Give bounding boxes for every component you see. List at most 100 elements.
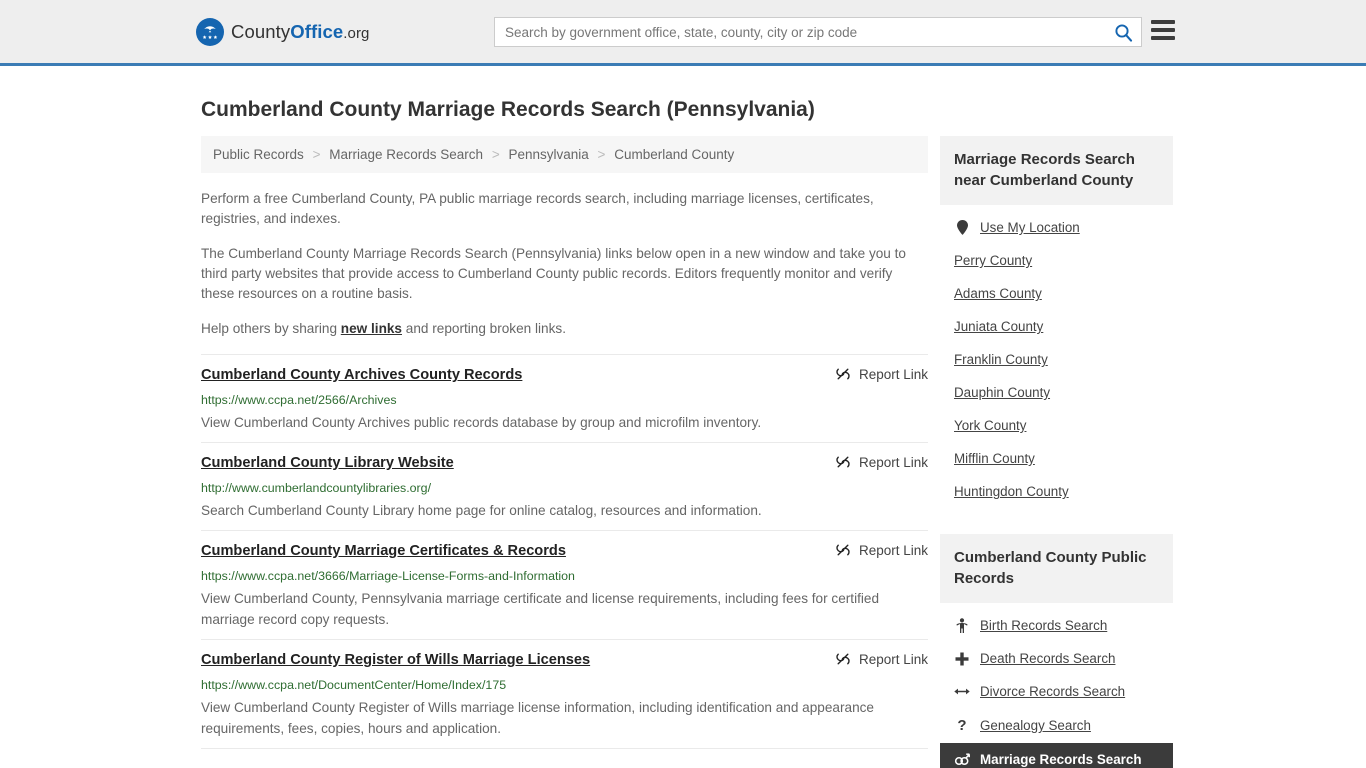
intro-p3-before: Help others by sharing <box>201 321 341 336</box>
site-header: CountyOffice.org <box>0 0 1366 66</box>
breadcrumb-item-marriage-records-search[interactable]: Marriage Records Search <box>329 147 483 162</box>
sidebar-county-label: Dauphin County <box>954 385 1051 400</box>
breadcrumb-item-pennsylvania[interactable]: Pennsylvania <box>508 147 588 162</box>
main-content: Public Records > Marriage Records Search… <box>193 136 928 749</box>
sidebar-nearby-list: Use My Location Perry County Adams Count… <box>940 205 1173 512</box>
question-mark-icon: ? <box>957 717 967 734</box>
search-input[interactable] <box>495 18 1105 46</box>
listing-title-link[interactable]: Cumberland County Archives County Record… <box>201 365 522 385</box>
search-button[interactable] <box>1105 18 1141 46</box>
sidebar-item-label: Divorce Records Search <box>980 684 1126 699</box>
broken-link-icon <box>836 368 850 380</box>
search-bar <box>494 17 1142 47</box>
hamburger-bar <box>1151 28 1175 32</box>
broken-link-icon <box>836 653 850 665</box>
left-right-arrow-icon <box>954 686 970 697</box>
listing-url: https://www.ccpa.net/2566/Archives <box>201 393 397 407</box>
logo-text: CountyOffice.org <box>231 21 370 43</box>
intro-p3-after: and reporting broken links. <box>402 321 566 336</box>
sidebar-county-label: Juniata County <box>954 319 1044 334</box>
listing-item: Cumberland County Archives County Record… <box>201 354 928 443</box>
map-pin-icon <box>954 220 970 235</box>
use-my-location-label: Use My Location <box>980 220 1080 235</box>
cross-icon <box>954 652 970 666</box>
sidebar-public-records-panel: Cumberland County Public Records Birth R… <box>940 534 1173 768</box>
baby-icon <box>954 618 970 633</box>
listing-title-link[interactable]: Cumberland County Register of Wills Marr… <box>201 650 590 670</box>
logo-text-office: Office <box>290 20 344 42</box>
eagle-stars-badge-icon <box>196 17 224 46</box>
breadcrumb-item-cumberland-county[interactable]: Cumberland County <box>614 147 734 162</box>
sidebar-county-label: Huntingdon County <box>954 484 1069 499</box>
listing-title-link[interactable]: Cumberland County Marriage Certificates … <box>201 541 566 561</box>
sidebar-county-juniata[interactable]: Juniata County <box>940 310 1173 343</box>
hamburger-menu-icon[interactable] <box>1151 20 1175 40</box>
broken-link-icon <box>836 544 850 556</box>
breadcrumb: Public Records > Marriage Records Search… <box>201 136 928 173</box>
breadcrumb-separator: > <box>312 147 321 162</box>
listing-description: View Cumberland County Archives public r… <box>201 415 762 430</box>
sidebar-county-label: York County <box>954 418 1027 433</box>
sidebar: Marriage Records Search near Cumberland … <box>940 136 1173 768</box>
sidebar-county-franklin[interactable]: Franklin County <box>940 343 1173 376</box>
listing-url: https://www.ccpa.net/DocumentCenter/Home… <box>201 678 507 692</box>
sidebar-item-label: Birth Records Search <box>980 618 1108 633</box>
breadcrumb-separator: > <box>491 147 500 162</box>
sidebar-county-label: Franklin County <box>954 352 1048 367</box>
use-my-location-item[interactable]: Use My Location <box>940 211 1173 244</box>
sidebar-county-huntingdon[interactable]: Huntingdon County <box>940 475 1173 508</box>
sidebar-item-death-records-search[interactable]: Death Records Search <box>940 642 1173 675</box>
report-link-label: Report Link <box>858 454 928 470</box>
report-link-button[interactable]: Report Link <box>835 453 928 470</box>
breadcrumb-separator: > <box>597 147 606 162</box>
listing-title-link[interactable]: Cumberland County Library Website <box>201 453 454 473</box>
intro-text: Perform a free Cumberland County, PA pub… <box>201 173 928 339</box>
new-links-link[interactable]: new links <box>341 321 402 336</box>
report-link-label: Report Link <box>858 542 928 558</box>
listing-item: Cumberland County Register of Wills Marr… <box>201 640 928 749</box>
sidebar-item-label: Genealogy Search <box>980 718 1091 733</box>
sidebar-county-mifflin[interactable]: Mifflin County <box>940 442 1173 475</box>
site-logo[interactable]: CountyOffice.org <box>196 17 370 46</box>
listing-description: View Cumberland County Register of Wills… <box>201 700 874 736</box>
sidebar-item-label: Marriage Records Search <box>980 752 1142 767</box>
sidebar-county-york[interactable]: York County <box>940 409 1173 442</box>
sidebar-item-divorce-records-search[interactable]: Divorce Records Search <box>940 675 1173 708</box>
sidebar-county-perry[interactable]: Perry County <box>940 244 1173 277</box>
intro-paragraph-2: The Cumberland County Marriage Records S… <box>201 246 906 301</box>
sidebar-county-adams[interactable]: Adams County <box>940 277 1173 310</box>
gender-symbols-icon <box>954 753 970 766</box>
sidebar-item-marriage-records-search[interactable]: Marriage Records Search <box>940 743 1173 768</box>
broken-link-icon <box>836 456 850 468</box>
hamburger-bar <box>1151 36 1175 40</box>
listing-item: Cumberland County Marriage Certificates … <box>201 531 928 640</box>
report-link-label: Report Link <box>858 366 928 382</box>
sidebar-item-genealogy-search[interactable]: ? Genealogy Search <box>940 708 1173 743</box>
sidebar-public-records-heading: Cumberland County Public Records <box>940 534 1173 603</box>
sidebar-item-birth-records-search[interactable]: Birth Records Search <box>940 609 1173 642</box>
search-icon <box>1114 23 1132 42</box>
breadcrumb-item-public-records[interactable]: Public Records <box>213 147 304 162</box>
page-body: Cumberland County Marriage Records Searc… <box>0 66 1366 768</box>
report-link-button[interactable]: Report Link <box>835 541 928 558</box>
report-link-button[interactable]: Report Link <box>835 365 928 382</box>
logo-text-county: County <box>231 20 291 42</box>
listing-description: View Cumberland County, Pennsylvania mar… <box>201 591 880 627</box>
sidebar-county-label: Perry County <box>954 253 1033 268</box>
logo-text-org: .org <box>343 24 370 42</box>
listing-url: https://www.ccpa.net/3666/Marriage-Licen… <box>201 569 575 583</box>
sidebar-public-records-list: Birth Records Search Death Records Searc… <box>940 603 1173 768</box>
intro-paragraph-1: Perform a free Cumberland County, PA pub… <box>201 191 874 226</box>
listing-results: Cumberland County Archives County Record… <box>201 354 928 749</box>
sidebar-county-dauphin[interactable]: Dauphin County <box>940 376 1173 409</box>
sidebar-item-label: Death Records Search <box>980 651 1116 666</box>
intro-paragraph-3: Help others by sharing new links and rep… <box>201 319 928 339</box>
sidebar-county-label: Mifflin County <box>954 451 1035 466</box>
hamburger-bar <box>1151 20 1175 24</box>
listing-item: Cumberland County Library Website Report… <box>201 443 928 531</box>
report-link-label: Report Link <box>858 651 928 667</box>
report-link-button[interactable]: Report Link <box>835 650 928 667</box>
sidebar-nearby-heading: Marriage Records Search near Cumberland … <box>940 136 1173 205</box>
sidebar-county-label: Adams County <box>954 286 1042 301</box>
page-title: Cumberland County Marriage Records Searc… <box>201 98 815 121</box>
